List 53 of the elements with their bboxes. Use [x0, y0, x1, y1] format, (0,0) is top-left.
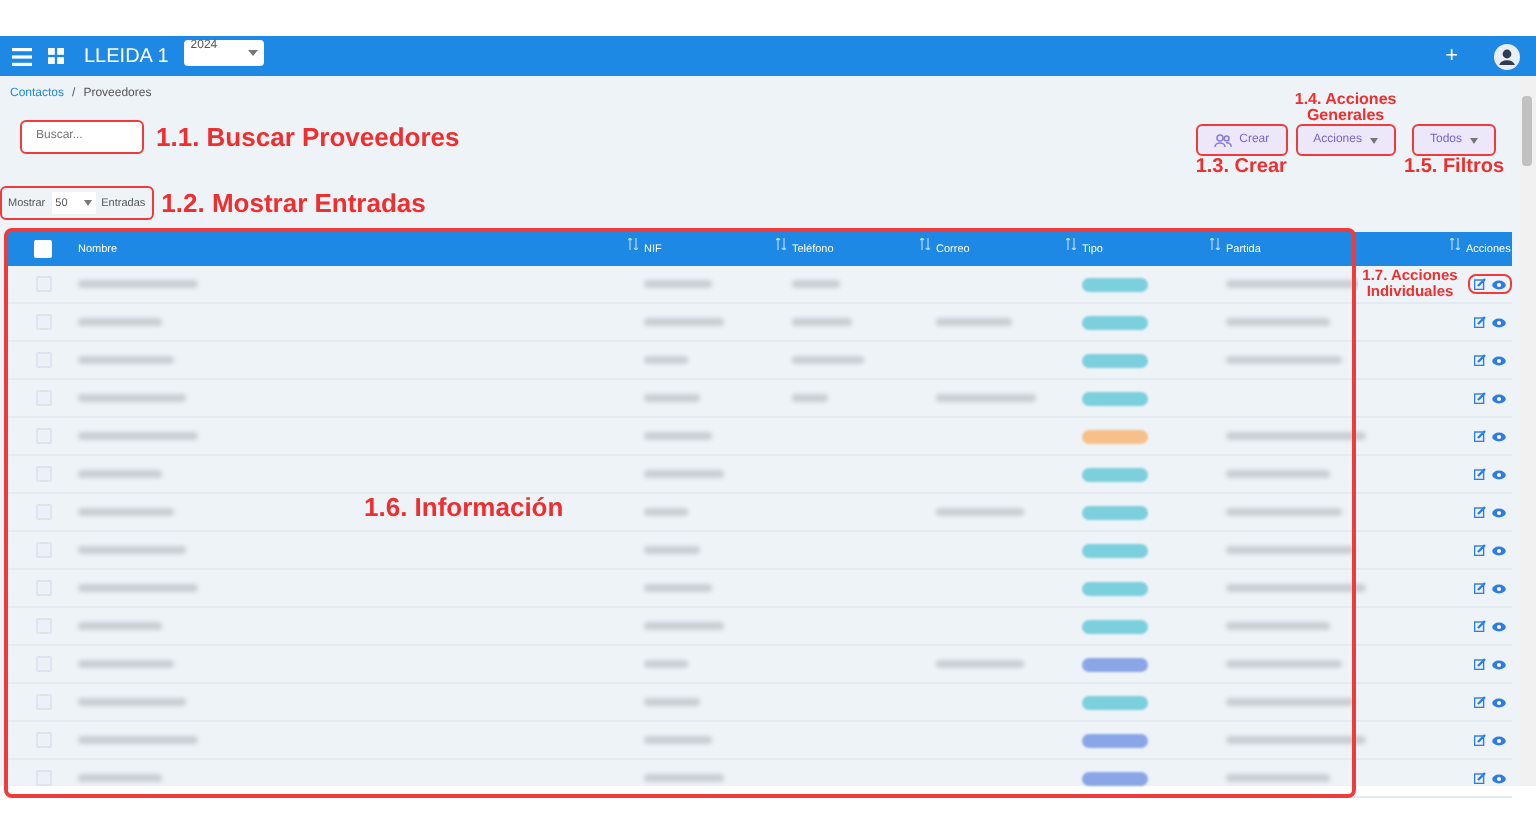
view-icon[interactable] — [1492, 773, 1506, 783]
add-button[interactable]: + — [1445, 44, 1458, 68]
annotation-label: 1.1. Buscar Proveedores — [156, 121, 460, 151]
edit-icon[interactable] — [1474, 696, 1486, 708]
view-icon[interactable] — [1492, 431, 1506, 441]
scrollbar[interactable] — [1520, 76, 1536, 786]
edit-icon[interactable] — [1474, 392, 1486, 404]
caret-icon — [248, 50, 259, 56]
edit-icon[interactable] — [1474, 278, 1486, 290]
view-icon[interactable] — [1492, 355, 1506, 365]
edit-icon[interactable] — [1474, 658, 1486, 670]
edit-icon[interactable] — [1474, 468, 1486, 480]
users-icon — [1213, 133, 1232, 147]
view-icon[interactable] — [1492, 393, 1506, 403]
view-icon[interactable] — [1492, 507, 1506, 517]
view-icon[interactable] — [1492, 317, 1506, 327]
edit-icon[interactable] — [1474, 734, 1486, 746]
edit-icon[interactable] — [1474, 506, 1486, 518]
sort-icon[interactable] — [1066, 237, 1076, 249]
edit-icon[interactable] — [1474, 544, 1486, 556]
annotation-label: 1.4. Acciones Generales — [1292, 92, 1399, 124]
edit-icon[interactable] — [1474, 582, 1486, 594]
edit-icon[interactable] — [1474, 354, 1486, 366]
grid-icon[interactable] — [48, 48, 64, 64]
select-all-checkbox[interactable] — [34, 240, 52, 258]
view-icon[interactable] — [1492, 469, 1506, 479]
company-name: LLEIDA 1 — [84, 45, 169, 67]
caret-icon — [1369, 137, 1378, 143]
sort-icon[interactable] — [1210, 237, 1220, 249]
sort-icon[interactable] — [628, 237, 638, 249]
view-icon[interactable] — [1492, 279, 1506, 289]
annotation-label: 1.6. Información — [364, 492, 564, 522]
sort-icon[interactable] — [776, 237, 786, 249]
caret-icon — [83, 200, 92, 206]
annotation-label: 1.2. Mostrar Entradas — [161, 188, 426, 218]
view-icon[interactable] — [1492, 545, 1506, 555]
edit-icon[interactable] — [1474, 772, 1486, 784]
menu-icon[interactable] — [12, 47, 32, 65]
view-icon[interactable] — [1492, 735, 1506, 745]
sort-icon[interactable] — [920, 237, 930, 249]
caret-icon — [1470, 137, 1478, 143]
row-checkbox[interactable] — [35, 770, 51, 786]
edit-icon[interactable] — [1474, 316, 1486, 328]
view-icon[interactable] — [1492, 583, 1506, 593]
view-icon[interactable] — [1492, 621, 1506, 631]
view-icon[interactable] — [1492, 697, 1506, 707]
edit-icon[interactable] — [1474, 620, 1486, 632]
avatar-icon[interactable] — [1494, 43, 1520, 69]
view-icon[interactable] — [1492, 659, 1506, 669]
annotation-label: 1.3. Crear — [1195, 156, 1287, 180]
annotation-label: 1.5. Filtros — [1403, 156, 1504, 180]
edit-icon[interactable] — [1474, 430, 1486, 442]
sort-icon[interactable] — [1450, 237, 1460, 249]
